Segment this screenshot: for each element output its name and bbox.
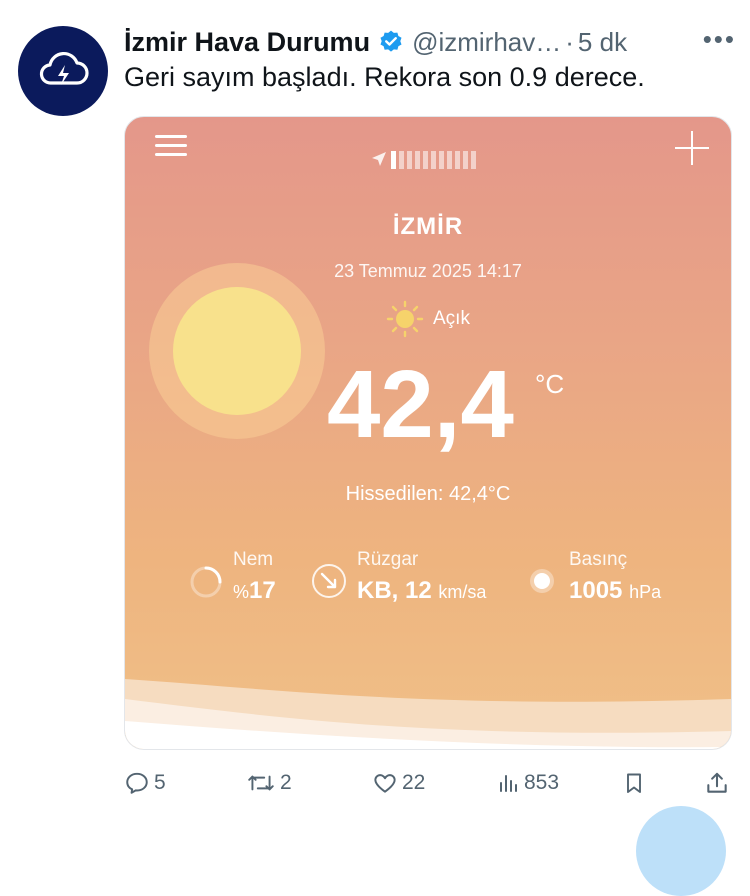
reply-count: 5 xyxy=(154,771,166,794)
wind-unit: km/sa xyxy=(438,582,487,602)
retweet-icon xyxy=(248,775,274,791)
tweet-timestamp[interactable]: 5 dk xyxy=(578,27,627,58)
bookmark-button[interactable] xyxy=(622,770,646,796)
wind-stat: Rüzgar KB, 12 km/sa xyxy=(357,549,486,605)
weather-condition: Açık xyxy=(385,299,470,339)
pressure-stat: Basınç 1005 hPa xyxy=(569,549,661,605)
pressure-unit: hPa xyxy=(629,582,662,602)
bookmark-icon xyxy=(627,773,641,793)
sun-illustration xyxy=(173,287,301,415)
avatar[interactable] xyxy=(18,26,108,116)
feels-like: Hissedilen: 42,4°C xyxy=(345,483,511,505)
wave-decoration xyxy=(125,679,731,749)
pressure-value: 1005 xyxy=(569,577,623,604)
compose-button[interactable] xyxy=(636,806,726,896)
wind-value: KB, 12 xyxy=(357,577,432,604)
city-name: İZMİR xyxy=(392,213,464,240)
reply-button[interactable]: 5 xyxy=(124,770,166,796)
author-handle[interactable]: @izmirhav… xyxy=(412,27,561,58)
view-count: 853 xyxy=(524,771,560,794)
temperature-unit: °C xyxy=(535,369,565,399)
humidity-ring-icon xyxy=(190,566,222,598)
location-arrow-icon xyxy=(372,152,386,166)
more-options-button[interactable]: ••• xyxy=(703,24,736,55)
sun-icon xyxy=(386,300,424,338)
pressure-dot-icon xyxy=(530,569,554,593)
wind-label: Rüzgar xyxy=(357,549,419,570)
hamburger-menu-icon xyxy=(155,135,187,159)
tweet-image[interactable]: İZMİR 23 Temmuz 2025 14:17 Açık 42,4 °C … xyxy=(124,116,732,750)
heart-icon xyxy=(374,774,396,793)
date-time: 23 Temmuz 2025 14:17 xyxy=(334,261,522,281)
share-button[interactable] xyxy=(704,770,730,796)
wind-direction-icon xyxy=(312,564,346,598)
tweet-text: Geri sayım başladı. Rekora son 0.9 derec… xyxy=(124,62,645,92)
cloud-lightning-icon xyxy=(39,52,89,85)
share-icon xyxy=(707,772,727,793)
humidity-label: Nem xyxy=(233,549,274,570)
author-name[interactable]: İzmir Hava Durumu xyxy=(124,27,370,58)
add-icon xyxy=(675,131,709,165)
tweet-header: İzmir Hava Durumu @izmirhav… · 5 dk ••• xyxy=(124,24,736,60)
separator-dot: · xyxy=(565,26,574,57)
page-indicator xyxy=(391,151,476,169)
analytics-icon xyxy=(500,775,517,792)
like-count: 22 xyxy=(402,771,426,794)
retweet-count: 2 xyxy=(280,771,292,794)
reply-icon xyxy=(126,772,148,794)
tweet-actions: 5 2 22 853 xyxy=(124,770,734,800)
humidity-prefix: % xyxy=(233,582,250,602)
pressure-label: Basınç xyxy=(569,549,628,570)
temperature-value: 42,4 xyxy=(327,351,514,458)
humidity-value: 17 xyxy=(249,577,276,604)
humidity-stat: Nem %17 xyxy=(233,549,276,605)
retweet-button[interactable]: 2 xyxy=(246,770,292,796)
verified-badge-icon xyxy=(378,29,404,55)
views-button[interactable]: 853 xyxy=(496,770,559,796)
like-button[interactable]: 22 xyxy=(372,770,425,796)
condition-label: Açık xyxy=(433,308,470,329)
